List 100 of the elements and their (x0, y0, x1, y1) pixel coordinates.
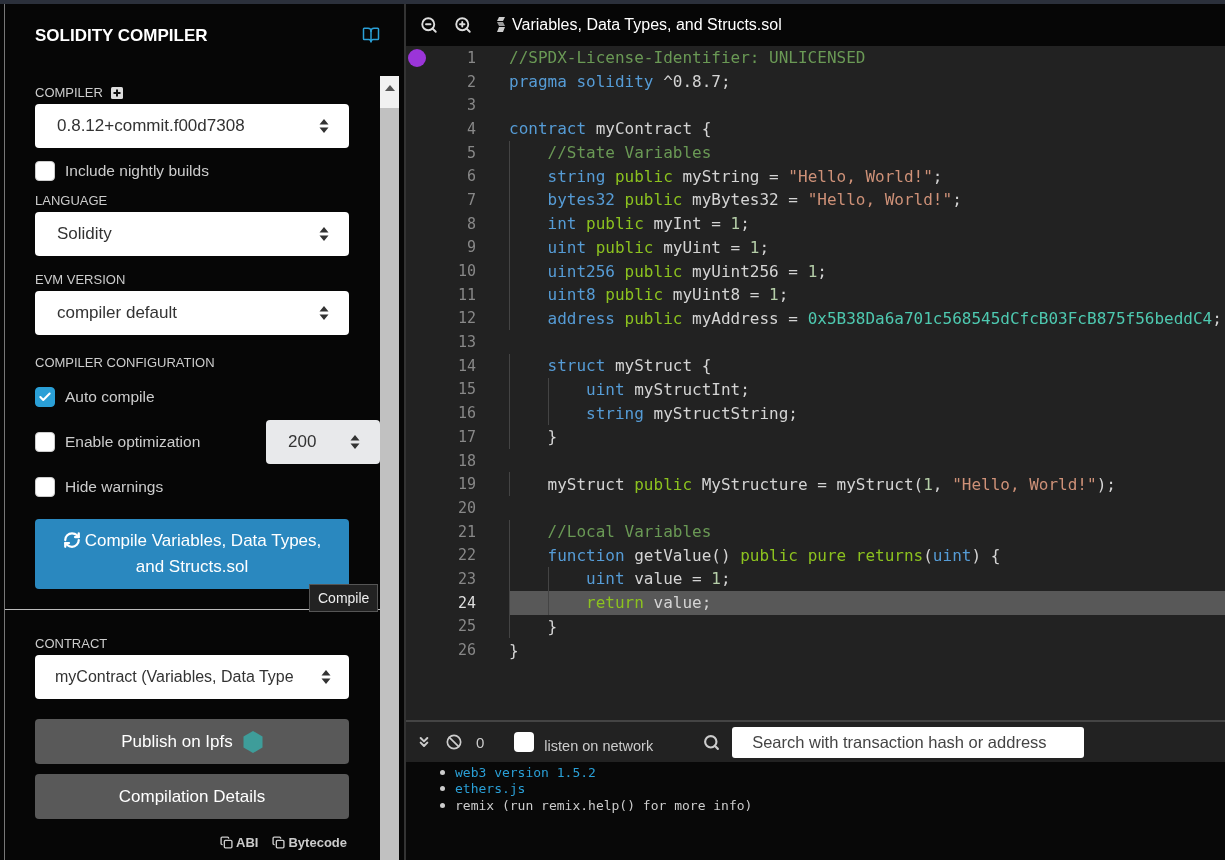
code-line: int public myInt = 1; (509, 211, 1225, 236)
field-label: CONTRACT (35, 636, 108, 651)
line-number: 21 (456, 522, 476, 541)
code-line: } (509, 614, 1225, 639)
code-line: function getValue() public pure returns(uint) { (509, 543, 1225, 568)
line-number: 14 (456, 356, 476, 375)
line-number: 18 (456, 451, 476, 470)
copy-link[interactable]: Bytecode (272, 835, 347, 850)
file-icon (496, 17, 506, 33)
contract-select[interactable]: myContract (Variables, Data Type (35, 655, 349, 699)
line-number: 5 (465, 143, 476, 162)
code-line: myStruct public MyStructure = myStruct(1, "Hello, World!"); (509, 472, 1225, 497)
search-icon (703, 733, 721, 751)
field-label: EVM VERSION (35, 272, 126, 287)
code-line: uint8 public myUint8 = 1; (509, 282, 1225, 307)
compiler-select[interactable]: 0.8.12+commit.f00d7308 (35, 104, 349, 148)
checkbox[interactable] (35, 160, 55, 181)
scrollbar[interactable] (380, 76, 399, 860)
line-number: 2 (465, 72, 476, 91)
checkbox[interactable] (35, 476, 55, 497)
checkbox-label: listen on network (544, 738, 654, 754)
line-number: 4 (465, 119, 476, 138)
evm-version-select[interactable]: compiler default (35, 291, 349, 335)
code-line: string public myString = "Hello, World!"; (509, 164, 1225, 189)
bullet-icon (440, 802, 445, 808)
log-link[interactable]: web3 version 1.5.2 (455, 764, 596, 780)
line-number: 17 (456, 427, 476, 446)
select-arrows-icon (350, 433, 360, 450)
checkbox[interactable] (514, 732, 535, 752)
checkbox-label: Auto compile (65, 387, 155, 406)
code-line: } (509, 425, 1225, 449)
code-line: uint public myUint = 1; (509, 235, 1225, 260)
compilation-details-button[interactable]: Compilation Details (35, 774, 349, 819)
line-number: 1 (465, 48, 476, 67)
line-number: 3 (465, 96, 476, 115)
code-line: } (509, 639, 520, 662)
plus-square-icon[interactable] (110, 86, 123, 99)
log-text: remix (run remix.help() for more info) (455, 797, 753, 813)
code-line: contract myContract { (509, 118, 713, 141)
line-number: 12 (456, 309, 476, 328)
line-number: 23 (456, 569, 476, 588)
log-link[interactable]: ethers.js (455, 781, 526, 797)
line-number: 9 (465, 238, 476, 257)
code-line: bytes32 public myBytes32 = "Hello, World!"; (509, 188, 1225, 212)
select-arrows-icon (319, 118, 329, 134)
compile-button[interactable]: Compile Variables, Data Types, and Structs.sol (35, 519, 349, 589)
line-number: 11 (456, 285, 476, 304)
code-line: uint myStructInt; (509, 377, 1225, 402)
copy-icon (220, 836, 234, 849)
tooltip: Compile (309, 584, 379, 612)
refresh-icon (62, 531, 81, 549)
code-line: string myStructString; (509, 401, 1225, 425)
line-number: 7 (465, 190, 476, 209)
panel-title: SOLIDITY COMPILER (35, 26, 208, 46)
copy-icon (272, 836, 286, 849)
line-number: 24 (456, 593, 476, 612)
code-line: struct myStruct { (509, 353, 1225, 378)
copy-link[interactable]: ABI (220, 835, 259, 850)
line-number: 15 (456, 380, 476, 399)
check-icon (38, 389, 52, 404)
hexagon-icon (242, 730, 263, 753)
select-arrows-icon (319, 226, 329, 242)
search-field[interactable]: Search with transaction hash or address (732, 726, 1085, 758)
field-label: COMPILER (35, 85, 103, 100)
checkbox[interactable] (35, 431, 55, 452)
line-number: 25 (456, 617, 476, 636)
checkbox-label: Hide warnings (65, 477, 164, 496)
pending-count: 0 (476, 733, 485, 751)
code-line: uint256 public myUint256 = 1; (509, 259, 1225, 283)
select-arrows-icon (321, 669, 331, 685)
line-number: 6 (465, 167, 476, 186)
zoom-in-icon[interactable] (454, 16, 472, 34)
language-select[interactable]: Solidity (35, 212, 349, 256)
book-icon[interactable] (362, 26, 380, 44)
line-number: 16 (456, 404, 476, 423)
clear-icon[interactable] (446, 734, 462, 750)
file-tab-title[interactable]: Variables, Data Types, and Structs.sol (512, 16, 782, 34)
line-number: 10 (456, 262, 476, 281)
code-line: pragma solidity ^0.8.7; (509, 71, 732, 94)
checkbox-label: Enable optimization (65, 432, 201, 451)
checkbox[interactable] (35, 386, 55, 407)
code-line: //State Variables (509, 140, 1225, 165)
publish-button[interactable]: Publish on Ipfs (35, 719, 349, 764)
code-line: uint value = 1; (509, 567, 1225, 591)
code-line: address public myAddress = 0x5B38Da6a701c568545dCfcB03FcB875f56beddC4; (509, 306, 1225, 331)
breakpoint-dot[interactable] (408, 48, 426, 67)
runs-select[interactable]: 200 (266, 419, 380, 464)
line-number: 19 (456, 475, 476, 494)
line-number: 26 (456, 641, 476, 660)
line-number: 22 (456, 546, 476, 565)
line-number: 8 (465, 214, 476, 233)
line-number: 13 (456, 333, 476, 352)
section-label: COMPILER CONFIGURATION (35, 355, 215, 370)
field-label: LANGUAGE (35, 193, 108, 208)
code-line: //SPDX-License-Identifier: UNLICENSED (509, 47, 867, 70)
zoom-out-icon[interactable] (420, 16, 438, 34)
bullet-icon (440, 769, 445, 775)
select-arrows-icon (319, 305, 329, 321)
code-line: //Local Variables (509, 519, 1225, 544)
scroll-up-icon[interactable] (384, 85, 395, 91)
